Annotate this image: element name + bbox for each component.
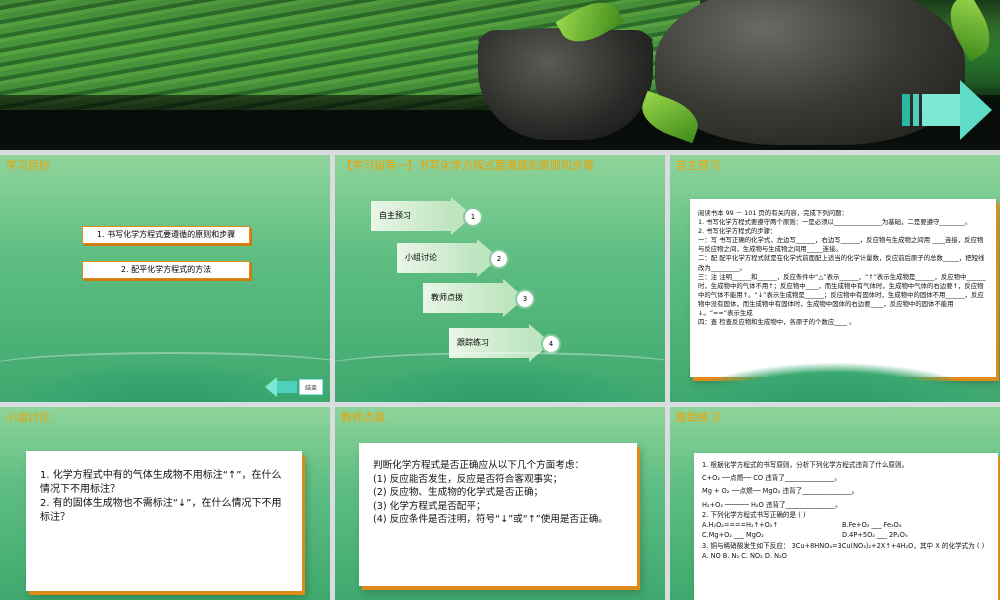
- goal-item-2[interactable]: 2. 配平化学方程式的方法: [82, 261, 250, 279]
- teacup-image: [478, 30, 653, 140]
- step-label: 自主预习: [371, 201, 451, 231]
- exercise-q3: 3. 铜与稀硝酸发生如下反应： 3Cu+8HNO₃=3Cu(NO₃)₂+2X↑+…: [702, 541, 985, 550]
- card-line: 三：注 注明______和______，反应条件中“△”表示______，“↑”…: [698, 272, 986, 318]
- option-a[interactable]: A.H₂O₂====H₂↑+O₂↑: [702, 520, 842, 530]
- exercise-q3-options[interactable]: A. NO B. N₂ C. NO₂ D. N₂O: [702, 551, 990, 561]
- card-line: 四：查 检查反应物和生成物中，各原子的个数应____ 。: [698, 318, 856, 327]
- tips-line: (3) 化学方程式是否配平；: [373, 500, 486, 512]
- tips-line: 判断化学方程式是否正确应从以下几个方面考虑：: [373, 460, 585, 471]
- option-c[interactable]: C.Mg+O₂ ___ MgO₂: [702, 530, 842, 540]
- step-number: 2: [489, 249, 509, 269]
- tips-line: (4) 反应条件是否注明，符号“↓”或“↑”使用是否正确。: [373, 514, 608, 526]
- option-d[interactable]: D.4P+5O₂ ___ 2P₂O₅: [842, 530, 908, 540]
- card-line: 二：配 配平化学方程式就是在化学式前面配上适当的化学计量数，反应前后原子的总数_…: [698, 254, 985, 272]
- slide-title: 教师点拨: [341, 411, 385, 424]
- slide-title: 跟踪练习: [676, 411, 720, 424]
- exercise-card: 1. 根据化学方程式的书写原则，分析下列化学方程式违背了什么原则。 C+O₂ ─…: [694, 453, 998, 600]
- question-1: 1. 化学方程式中有的气体生成物不用标注“↑”，在什么情况下不用标注？: [40, 470, 282, 495]
- wave-line: [335, 352, 665, 384]
- slide-title: 学习目标: [6, 159, 50, 172]
- card-line: 阅读书本 99 － 101 页的有关内容，完成下列问题：: [698, 209, 848, 217]
- discussion-card: 1. 化学方程式中有的气体生成物不用标注“↑”，在什么情况下不用标注？ 2. 有…: [26, 451, 302, 591]
- step-number: 1: [463, 207, 483, 227]
- question-2: 2. 有的固体生成物也不需标注“↓”，在什么情况下不用标注？: [40, 498, 282, 523]
- slide-title: 小组讨论: [6, 411, 50, 424]
- slide-teacher-tips[interactable]: 教师点拨 判断化学方程式是否正确应从以下几个方面考虑： (1) 反应能否发生，反…: [335, 407, 665, 600]
- card-line: 一：写 书写正确的化学式，左边写______，右边写______，反应物与生成物…: [698, 236, 984, 254]
- teal-arrow-icon[interactable]: [902, 80, 992, 140]
- equation-2: Mg + O₂ ──点燃── MgO₂ 违背了_______________。: [702, 487, 859, 496]
- card-line: 2. 书写化学方程式的步骤：: [698, 227, 777, 236]
- slide-guidance[interactable]: 【学习指导一】书写化学方程式要遵循的原则和步骤 自主预习 1 小组讨论 2 教师…: [335, 155, 665, 402]
- card-line: 1. 书写化学方程式要遵守两个原则：一是必须以_______________为基…: [698, 218, 972, 227]
- step-number: 3: [515, 289, 535, 309]
- exercise-q2: 2. 下列化学方程式书写正确的是 ( ): [702, 510, 806, 519]
- equation-3: H₂+O₂ ────── H₂O 违背了_______________。: [702, 500, 842, 509]
- tips-card: 判断化学方程式是否正确应从以下几个方面考虑： (1) 反应能否发生，反应是否符合…: [359, 443, 637, 586]
- slide-self-study[interactable]: 自主预习 阅读书本 99 － 101 页的有关内容，完成下列问题： 1. 书写化…: [670, 155, 1000, 402]
- tips-line: (1) 反应能否发生，反应是否符合客观事实；: [373, 473, 563, 485]
- study-card: 阅读书本 99 － 101 页的有关内容，完成下列问题： 1. 书写化学方程式要…: [690, 199, 996, 377]
- slide-follow-up[interactable]: 跟踪练习 1. 根据化学方程式的书写原则，分析下列化学方程式违背了什么原则。 C…: [670, 407, 1000, 600]
- slide-learning-goals[interactable]: 学习目标 1. 书写化学方程式要遵循的原则和步骤 2. 配平化学方程式的方法 结…: [0, 155, 330, 402]
- wave-decoration: [670, 362, 1000, 402]
- step-label: 教师点拨: [423, 283, 503, 313]
- slide-title: 【学习指导一】书写化学方程式要遵循的原则和步骤: [341, 159, 594, 172]
- header-banner: [0, 0, 1000, 150]
- step-label: 小组讨论: [397, 243, 477, 273]
- exercise-q1: 1. 根据化学方程式的书写原则，分析下列化学方程式违背了什么原则。: [702, 461, 909, 469]
- nav-label: 结束: [305, 384, 317, 392]
- equation-1: C+O₂ ──点燃── CO 违背了_______________。: [702, 474, 841, 483]
- slide-title: 自主预习: [676, 159, 720, 172]
- step-number: 4: [541, 334, 561, 354]
- back-arrow-icon[interactable]: 结束: [265, 377, 325, 397]
- tips-line: (2) 反应物、生成物的化学式是否正确；: [373, 487, 544, 499]
- slide-group-discussion[interactable]: 小组讨论 1. 化学方程式中有的气体生成物不用标注“↑”，在什么情况下不用标注？…: [0, 407, 330, 600]
- option-b[interactable]: B.Fe+O₂ ___ Fe₃O₄: [842, 520, 902, 530]
- goal-item-1[interactable]: 1. 书写化学方程式要遵循的原则和步骤: [82, 226, 250, 244]
